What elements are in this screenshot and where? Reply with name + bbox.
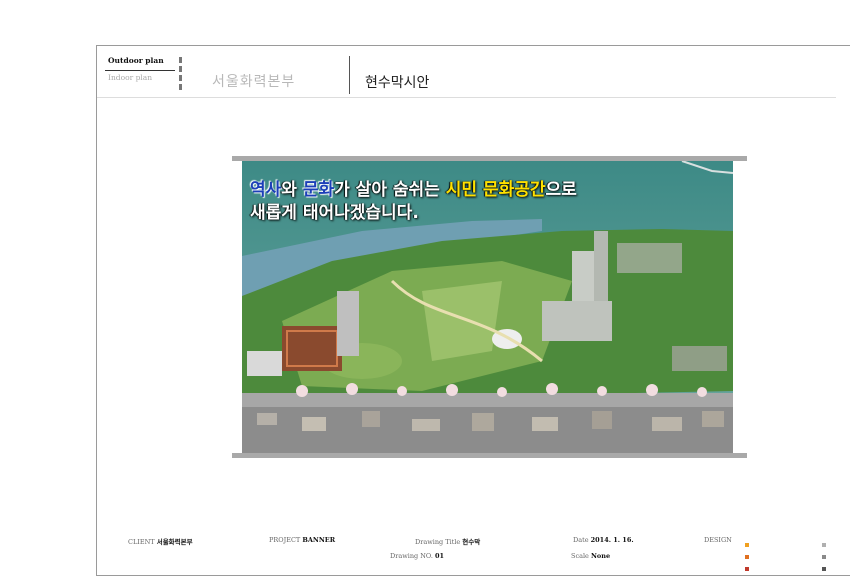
headline-highlight-civic-space: 시민 문화공간 <box>445 180 546 200</box>
header-rule <box>97 97 836 98</box>
banner-headline-line-1: 역사와 문화가 살아 숨쉬는 시민 문화공간으로 <box>250 175 577 200</box>
project-value: BANNER <box>302 536 336 544</box>
header-divider <box>349 56 350 94</box>
design-swatch-red <box>745 567 749 571</box>
drawing-title-value: 현수막 <box>462 538 481 546</box>
banner-bottom-rod <box>232 453 747 458</box>
page-title: 현수막시안 <box>365 75 430 91</box>
drawing-title-field: Drawing Title 현수막 <box>415 538 481 546</box>
banner-headline-line-2: 새롭게 태어나겠습니다. <box>250 203 419 223</box>
banner-aerial-image: 역사와 문화가 살아 숨쉬는 시민 문화공간으로 새롭게 태어나겠습니다. <box>242 161 733 453</box>
design-swatch-light-gray <box>822 543 826 547</box>
headline-word-culture: 문화 <box>302 180 335 200</box>
plan-tabs: Outdoor plan Indoor plan <box>105 56 181 82</box>
drawing-no-field: Drawing NO. 01 <box>390 552 445 560</box>
scale-value: None <box>590 552 611 560</box>
tab-indoor-plan[interactable]: Indoor plan <box>105 73 181 82</box>
banner-mockup: 역사와 문화가 살아 숨쉬는 시민 문화공간으로 새롭게 태어나겠습니다. <box>232 156 747 458</box>
drawing-no-value: 01 <box>435 552 445 560</box>
design-swatch-dark-gray <box>822 567 826 571</box>
design-swatch-orange <box>745 543 749 547</box>
tab-divider <box>105 70 175 71</box>
headline-connector-2: 가 살아 숨쉬는 <box>334 180 446 200</box>
headline-connector-1: 와 <box>281 180 303 200</box>
client-value: 서울화력본부 <box>156 538 193 546</box>
drawing-sheet: Outdoor plan Indoor plan 서울화력본부 현수막시안 역사… <box>96 45 850 576</box>
date-value: 2014. 1. 16. <box>590 536 634 544</box>
headline-word-history: 역사 <box>250 180 282 200</box>
organization-name: 서울화력본부 <box>212 74 296 90</box>
tab-bracket-icon <box>179 57 183 90</box>
design-swatch-gray <box>822 555 826 559</box>
tab-outdoor-plan[interactable]: Outdoor plan <box>105 56 181 67</box>
scale-field: Scale None <box>571 552 611 560</box>
design-swatch-dark-orange <box>745 555 749 559</box>
headline-connector-3: 으로 <box>545 180 577 200</box>
design-label: DESIGN <box>704 536 732 544</box>
client-field: CLIENT 서울화력본부 <box>128 538 193 546</box>
project-field: PROJECT BANNER <box>269 536 336 544</box>
date-field: Date 2014. 1. 16. <box>573 536 634 544</box>
